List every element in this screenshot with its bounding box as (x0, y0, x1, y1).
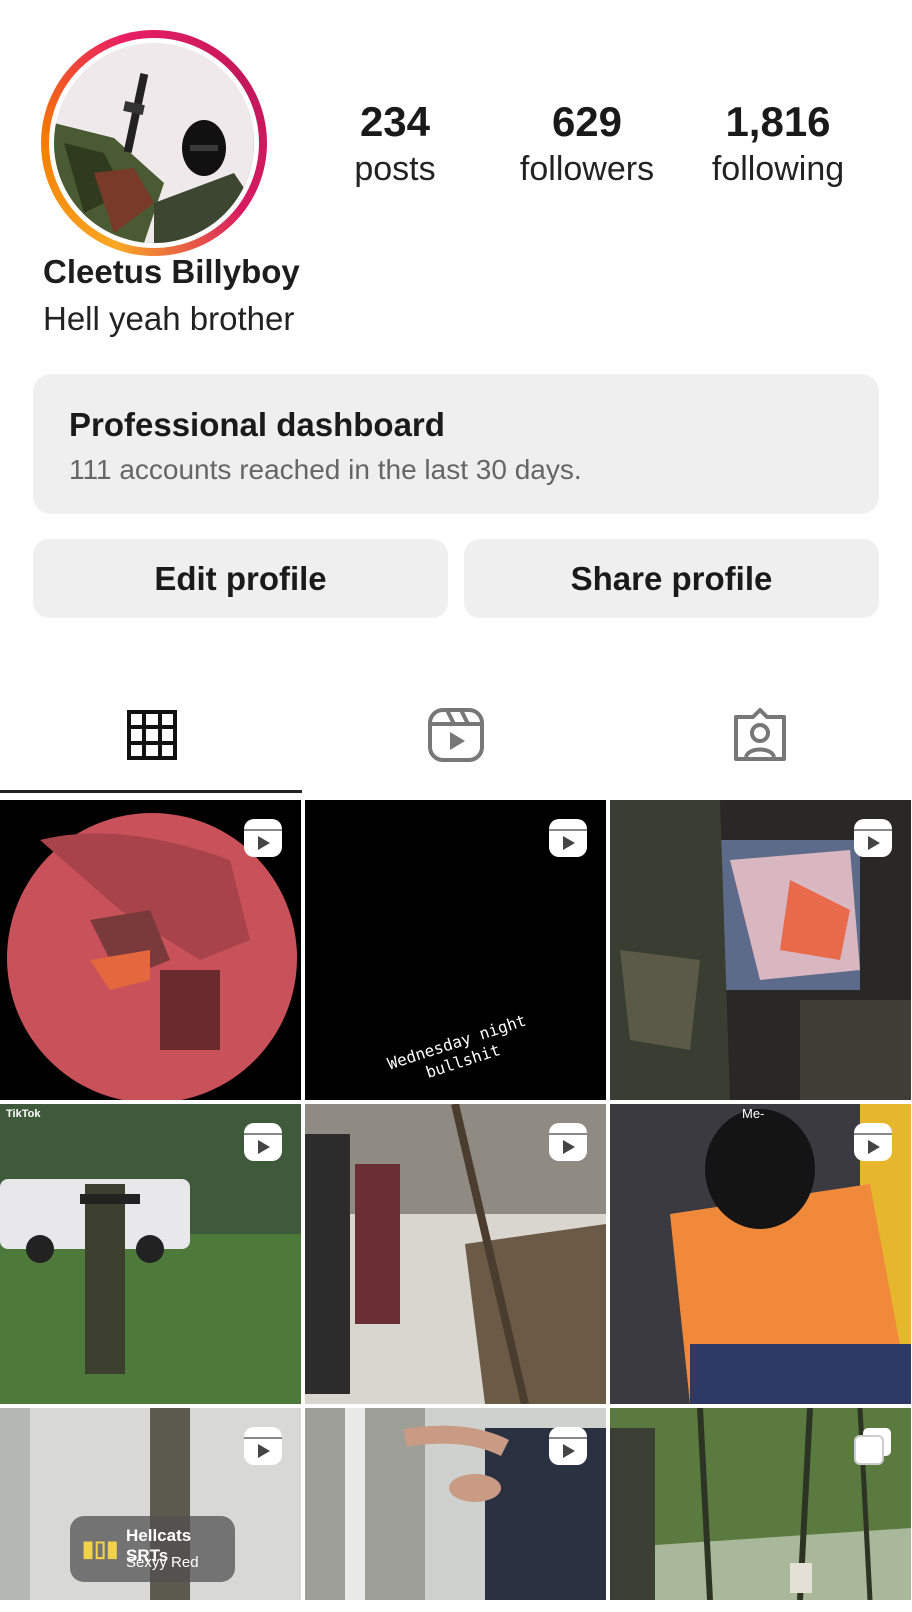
following-label: following (711, 150, 845, 188)
grid-post[interactable]: TikTok (0, 1104, 301, 1404)
followers-stat[interactable]: 629 followers (497, 96, 677, 190)
posts-label: posts (354, 150, 436, 188)
post-caption: Me- (742, 1106, 765, 1121)
edit-profile-button[interactable]: Edit profile (33, 539, 448, 618)
post-caption: Wednesday night bullshit (385, 1010, 529, 1082)
avatar[interactable] (54, 43, 254, 243)
reel-badge-icon (549, 1427, 587, 1465)
grid-post[interactable] (610, 1408, 911, 1600)
tab-selected-indicator (0, 790, 302, 793)
reel-badge-icon (244, 1123, 282, 1161)
grid-icon (127, 710, 177, 760)
carousel-icon (854, 1428, 891, 1465)
profile-bio: Hell yeah brother (43, 300, 295, 337)
grid-post[interactable]: Wednesday night bullshit (305, 800, 606, 1100)
grid-post[interactable] (305, 1408, 606, 1600)
music-sticker: ▮▯▮ Hellcats SRTs Sexyy Red (70, 1516, 235, 1582)
tab-tagged[interactable] (608, 690, 912, 780)
followers-count: 629 (551, 98, 623, 145)
professional-dashboard-card[interactable]: Professional dashboard 111 accounts reac… (33, 374, 879, 514)
grid-post[interactable]: Me- (610, 1104, 911, 1404)
reel-badge-icon (244, 819, 282, 857)
tab-reels[interactable] (304, 690, 608, 780)
posts-count: 234 (359, 98, 431, 145)
music-artist: Sexyy Red (126, 1554, 199, 1571)
reel-badge-icon (854, 819, 892, 857)
reel-badge-icon (854, 1123, 892, 1161)
grid-post[interactable] (305, 1104, 606, 1404)
dashboard-subtitle: 111 accounts reached in the last 30 days… (69, 454, 582, 485)
avatar-story-ring[interactable] (41, 30, 267, 256)
avatar-image (54, 43, 254, 243)
posts-stat[interactable]: 234 posts (305, 96, 485, 190)
avatar-border (49, 38, 259, 248)
profile-name: Cleetus Billyboy (43, 253, 300, 290)
grid-post[interactable]: ▮▯▮ Hellcats SRTs Sexyy Red (0, 1408, 301, 1600)
dashboard-title: Professional dashboard (69, 406, 445, 443)
reel-badge-icon (549, 819, 587, 857)
tab-posts-grid[interactable] (0, 690, 304, 780)
reels-icon (428, 708, 484, 762)
share-profile-button[interactable]: Share profile (464, 539, 879, 618)
tagged-icon (734, 708, 786, 761)
following-stat[interactable]: 1,816 following (688, 96, 868, 190)
reel-badge-icon (244, 1427, 282, 1465)
reel-badge-icon (549, 1123, 587, 1161)
music-bars-icon: ▮▯▮ (82, 1536, 119, 1561)
following-count: 1,816 (725, 98, 831, 145)
grid-post[interactable] (0, 800, 301, 1100)
bottom-edge (0, 1600, 912, 1612)
grid-post[interactable] (610, 800, 911, 1100)
followers-label: followers (519, 150, 655, 188)
tiktok-watermark: TikTok (6, 1108, 41, 1120)
